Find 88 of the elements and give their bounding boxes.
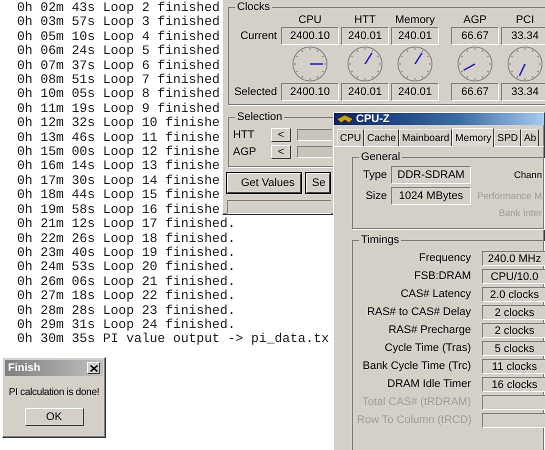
timing-label: RAS# to CAS# Delay: [366, 306, 471, 319]
field-label: Size: [364, 190, 387, 202]
console-line: 0h 12m 32s Loop 10 finishe: [17, 116, 220, 131]
clock-value-field: 33.34: [501, 27, 545, 45]
timing-label: FSB:DRAM: [413, 270, 471, 283]
dial-gauge-drawing: [457, 46, 493, 82]
timing-label: CAS# Latency: [400, 288, 471, 301]
timing-value-field: 240.0 MHz: [482, 251, 545, 266]
console-line: 0h 29m 31s Loop 24 finished.: [17, 318, 236, 332]
clock-value-field: 2400.10: [281, 83, 339, 101]
console-line: 0h 06m 24s Loop 5 finished: [17, 44, 220, 59]
field-label: Type: [362, 169, 387, 181]
window-title: CPU-Z: [356, 113, 391, 125]
slider-label: HTT: [233, 128, 256, 140]
console-line: 0h 21m 12s Loop 17 finished.: [17, 217, 236, 232]
field-label: Chann: [514, 170, 542, 180]
dialog-message: PI calculation is done!: [8, 387, 100, 398]
timing-value-field: 2 clocks: [482, 323, 545, 338]
value-field: 1024 MBytes: [391, 187, 471, 205]
app-logo-icon: [337, 114, 353, 124]
console-line: 0h 23m 40s Loop 19 finished.: [17, 246, 236, 260]
console-line: 0h 03m 57s Loop 3 finished: [17, 15, 220, 30]
row-label: Current: [239, 30, 278, 42]
timing-label: Bank Cycle Time (Trc): [362, 360, 471, 373]
clock-value-field: 66.67: [451, 27, 499, 45]
timing-label: RAS# Precharge: [387, 324, 471, 337]
column-header: AGP: [462, 14, 488, 26]
console-line: 0h 08m 51s Loop 7 finished: [17, 73, 220, 88]
timing-label: DRAM Idle Timer: [386, 378, 471, 391]
value-field: DDR-SDRAM: [391, 166, 471, 184]
console-line: 0h 07m 37s Loop 6 finished: [17, 58, 220, 74]
console-line: 0h 16m 14s Loop 13 finishe: [17, 159, 220, 174]
step-button[interactable]: <: [271, 128, 291, 142]
console-line: 0h 17m 30s Loop 14 finishe: [17, 174, 220, 188]
step-button[interactable]: <: [271, 144, 291, 158]
timing-value-field: 2 clocks: [482, 305, 545, 320]
clock-value-field: 240.01: [391, 83, 439, 101]
console-line: 0h 13m 46s Loop 11 finishe: [17, 130, 220, 146]
clock-value-field: 240.01: [391, 27, 439, 45]
console-line: 0h 22m 26s Loop 18 finished.: [17, 232, 236, 246]
column-header: Memory: [394, 14, 436, 26]
timing-label: Cycle Time (Tras): [384, 342, 471, 355]
console-line: 0h 18m 44s Loop 15 finishe: [17, 188, 220, 203]
slider-track[interactable]: [297, 146, 332, 158]
timing-value-field: CPU/10.0: [482, 269, 545, 284]
tab[interactable]: Memory: [452, 128, 494, 147]
tab[interactable]: CPU: [337, 129, 364, 146]
ok-button[interactable]: OK: [24, 408, 84, 426]
tab[interactable]: SPD: [494, 129, 521, 146]
clock-value-field: 2400.10: [281, 27, 339, 45]
dial-gauge-drawing: [292, 46, 328, 82]
console-line: 0h 24m 53s Loop 20 finished.: [17, 260, 236, 275]
window-title: Finish: [8, 362, 42, 374]
close-icon: [90, 364, 98, 372]
row-label: Selected: [233, 86, 278, 98]
console-line: 0h 02m 43s Loop 2 finished: [17, 1, 220, 16]
clock-value-field: 240.01: [341, 83, 389, 101]
column-header: CPU: [297, 14, 323, 26]
timing-value-field: 2.0 clocks: [482, 287, 545, 302]
console-line: 0h 11m 19s Loop 9 finished: [17, 102, 220, 116]
action-button[interactable]: Se: [306, 173, 330, 193]
dial-gauge-drawing: [397, 46, 433, 82]
console-line: 0h 28m 28s Loop 23 finished.: [17, 304, 236, 318]
console-line: 0h 10m 05s Loop 8 finished: [17, 87, 220, 102]
clock-value-field: 33.34: [501, 83, 545, 101]
clock-value-field: 66.67: [451, 83, 499, 101]
action-button[interactable]: Get Values: [227, 173, 301, 193]
timing-label: Frequency: [418, 252, 471, 265]
tab[interactable]: Ab: [520, 129, 540, 146]
column-header: HTT: [353, 14, 377, 26]
console-line: 0h 30m 35s PI value output -> pi_data.tx: [17, 332, 330, 347]
clock-value-field: 240.01: [341, 27, 389, 45]
console-line: 0h 15m 00s Loop 12 finishe: [17, 145, 220, 160]
dial-gauge-drawing: [347, 46, 383, 82]
slider-track[interactable]: [297, 128, 332, 140]
group-title: Timings: [359, 234, 402, 247]
timing-value-field: 16 clocks: [482, 377, 545, 392]
console-line: 0h 05m 10s Loop 4 finished: [17, 30, 220, 44]
close-button[interactable]: [87, 362, 100, 374]
slider-label: AGP: [233, 146, 258, 158]
console-line: 0h 27m 18s Loop 22 finished.: [17, 289, 236, 304]
tab[interactable]: Mainboard: [399, 129, 452, 146]
console-line: 0h 26m 06s Loop 21 finished.: [17, 274, 236, 290]
tab[interactable]: Cache: [364, 129, 400, 146]
timing-value-field: 11 clocks: [482, 359, 545, 374]
column-header: PCI: [514, 14, 536, 26]
timing-value-field: 5 clocks: [482, 341, 545, 356]
console-line: 0h 19m 58s Loop 16 finishe: [17, 202, 220, 218]
